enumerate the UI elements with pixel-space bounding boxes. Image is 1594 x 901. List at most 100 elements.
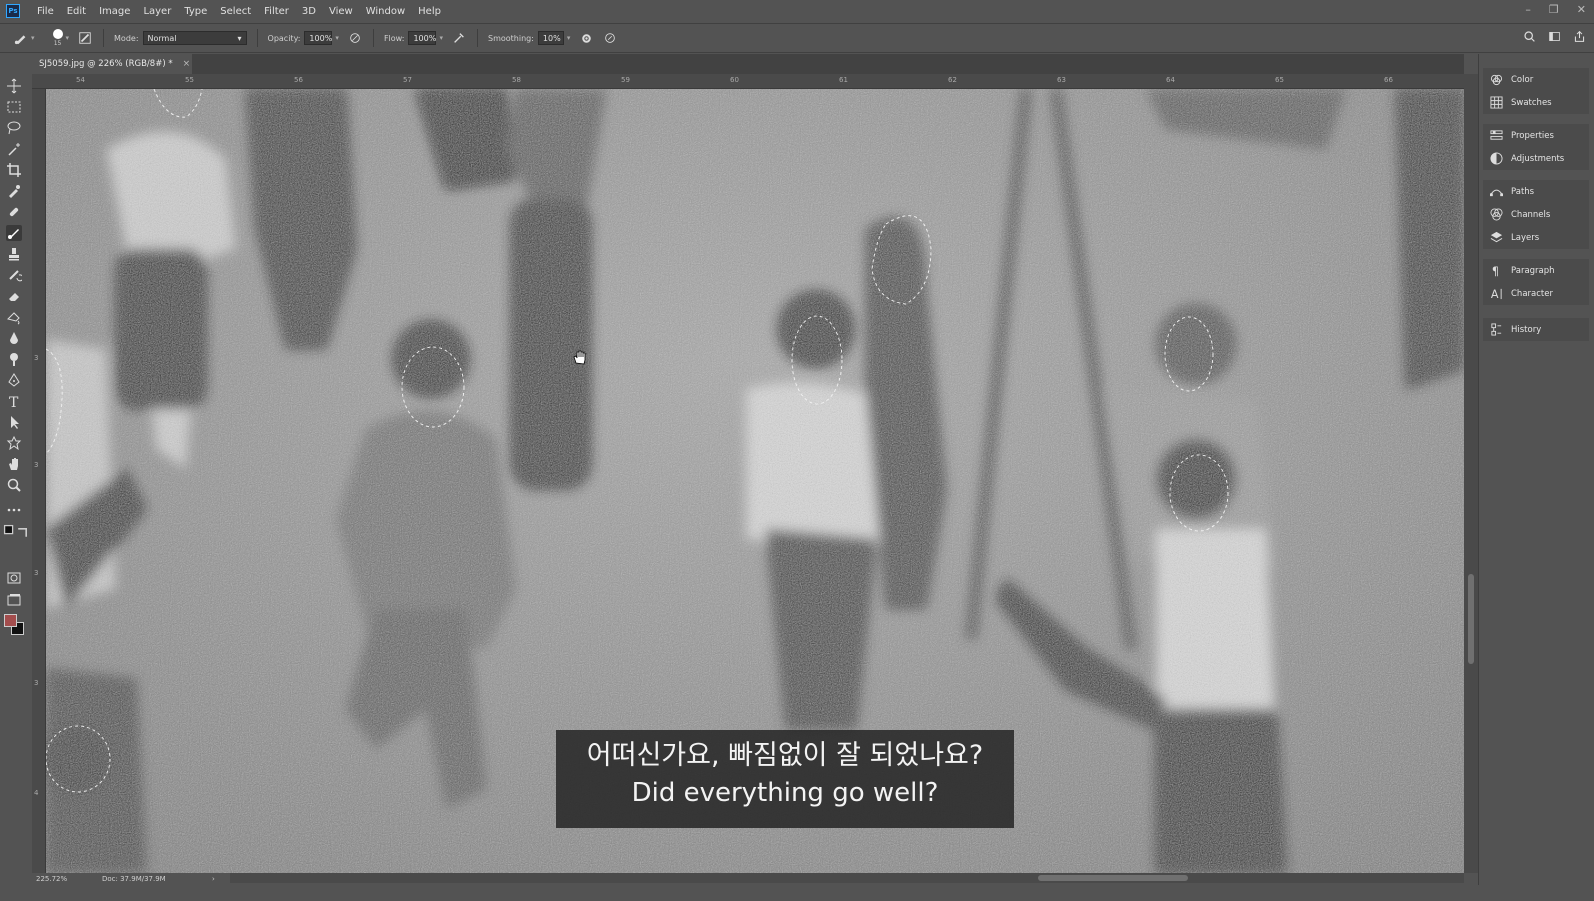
panel-group-history: History xyxy=(1483,318,1589,341)
clone-stamp-tool-icon[interactable] xyxy=(6,246,22,262)
more-tools-icon[interactable] xyxy=(6,502,22,518)
svg-text:A: A xyxy=(1490,288,1498,300)
brush-settings-icon[interactable] xyxy=(77,30,93,46)
pressure-size-icon[interactable] xyxy=(602,30,618,46)
separator xyxy=(372,29,374,47)
shape-tool-icon[interactable] xyxy=(6,435,22,451)
svg-text:T: T xyxy=(9,395,19,409)
separator xyxy=(103,29,105,47)
quick-mask-icon[interactable] xyxy=(6,570,22,586)
crop-tool-icon[interactable] xyxy=(6,162,22,178)
pressure-opacity-icon[interactable] xyxy=(347,30,363,46)
menu-image[interactable]: Image xyxy=(99,6,130,17)
vertical-scrollbar[interactable] xyxy=(1464,74,1478,873)
dodge-tool-icon[interactable] xyxy=(6,351,22,367)
ruler-tick: 63 xyxy=(1057,76,1066,84)
document-tab[interactable]: SJ5059.jpg @ 226% (RGB/8#) * × xyxy=(32,54,192,74)
status-menu-arrow-icon[interactable]: › xyxy=(212,875,215,883)
foreground-color-swatch[interactable] xyxy=(4,614,17,627)
opacity-field[interactable]: 100% xyxy=(304,31,333,45)
eraser-tool-icon[interactable] xyxy=(6,288,22,304)
menu-view[interactable]: View xyxy=(329,6,353,17)
panel-properties[interactable]: Properties xyxy=(1483,124,1589,147)
close-tab-icon[interactable]: × xyxy=(183,59,191,69)
menu-select[interactable]: Select xyxy=(220,6,251,17)
smoothing-field[interactable]: 10% xyxy=(537,31,564,45)
hand-tool-icon[interactable] xyxy=(6,456,22,472)
panel-paths-label: Paths xyxy=(1511,186,1535,197)
history-brush-tool-icon[interactable] xyxy=(6,267,24,283)
half-circle-icon xyxy=(1489,152,1503,166)
screen-mode-icon[interactable] xyxy=(6,592,22,608)
marquee-tool-icon[interactable] xyxy=(6,99,22,115)
panel-character[interactable]: A Character xyxy=(1483,282,1589,305)
panel-paragraph[interactable]: ¶ Paragraph xyxy=(1483,259,1589,282)
chevron-down-icon: ▾ xyxy=(237,33,242,43)
panel-layers[interactable]: Layers xyxy=(1483,226,1589,249)
menu-window[interactable]: Window xyxy=(366,6,405,17)
menu-filter[interactable]: Filter xyxy=(264,6,289,17)
panel-paths[interactable]: Paths xyxy=(1483,180,1589,203)
chevron-down-icon[interactable]: ▾ xyxy=(31,34,35,42)
workspace-layout-icon[interactable] xyxy=(1548,30,1561,45)
menu-layer[interactable]: Layer xyxy=(143,6,171,17)
panel-channels[interactable]: Channels xyxy=(1483,203,1589,226)
type-tool-icon[interactable]: T xyxy=(6,393,22,411)
layers-icon xyxy=(1489,231,1503,245)
panel-history[interactable]: History xyxy=(1483,318,1589,341)
search-icon[interactable] xyxy=(1523,30,1536,45)
scrollbar-thumb[interactable] xyxy=(1038,875,1188,881)
panel-adjustments[interactable]: Adjustments xyxy=(1483,147,1589,170)
minimize-icon[interactable]: – xyxy=(1525,3,1531,16)
pen-tool-icon[interactable] xyxy=(6,372,22,388)
doc-size: Doc: 37.9M/37.9M xyxy=(102,875,166,883)
menu-bar: Ps File Edit Image Layer Type Select Fil… xyxy=(0,0,1594,22)
healing-brush-tool-icon[interactable] xyxy=(6,204,22,220)
lasso-tool-icon[interactable] xyxy=(6,120,22,136)
flow-field[interactable]: 100% xyxy=(408,31,437,45)
swap-colors-icon[interactable] xyxy=(15,524,27,537)
restore-icon[interactable]: ❐ xyxy=(1549,3,1559,16)
menu-type[interactable]: Type xyxy=(184,6,207,17)
photoshop-logo-icon: Ps xyxy=(6,4,20,18)
move-tool-icon[interactable] xyxy=(6,78,22,94)
bottom-strip xyxy=(0,885,1594,901)
scrollbar-thumb[interactable] xyxy=(1468,574,1474,664)
default-colors-icon[interactable] xyxy=(3,524,14,535)
airbrush-icon[interactable] xyxy=(451,30,467,46)
chevron-down-icon[interactable]: ▾ xyxy=(66,34,70,42)
chevron-down-icon[interactable]: ▾ xyxy=(439,34,443,42)
chevron-down-icon[interactable]: ▾ xyxy=(335,34,339,42)
panel-group-layers: Paths Channels Layers xyxy=(1483,180,1589,249)
zoom-tool-icon[interactable] xyxy=(6,477,22,493)
chevron-down-icon[interactable]: ▾ xyxy=(567,34,571,42)
brush-tool-preset-icon[interactable] xyxy=(14,31,28,45)
grid-icon xyxy=(1489,96,1503,110)
gradient-tool-icon[interactable] xyxy=(6,309,22,325)
brush-size-picker[interactable]: 15 xyxy=(52,29,63,47)
panel-color[interactable]: Color xyxy=(1483,68,1589,91)
menu-help[interactable]: Help xyxy=(418,6,441,17)
panel-dock: Color Swatches Properties Adjustments Pa… xyxy=(1478,54,1594,885)
panel-swatches[interactable]: Swatches xyxy=(1483,91,1589,114)
magic-wand-tool-icon[interactable] xyxy=(6,141,22,157)
menu-edit[interactable]: Edit xyxy=(67,6,86,17)
menu-3d[interactable]: 3D xyxy=(302,6,316,17)
blur-tool-icon[interactable] xyxy=(6,330,22,346)
zoom-level[interactable]: 225.72% xyxy=(32,875,102,883)
eyedropper-tool-icon[interactable] xyxy=(6,183,22,199)
panel-group-color: Color Swatches xyxy=(1483,68,1589,114)
menu-file[interactable]: File xyxy=(37,6,54,17)
horizontal-scrollbar[interactable] xyxy=(230,873,1464,883)
ruler-tick: 3 xyxy=(34,679,39,687)
video-subtitle: 어떠신가요, 빠짐없이 잘 되었나요? Did everything go we… xyxy=(556,730,1014,828)
brush-tool-icon[interactable] xyxy=(6,225,22,241)
mode-select[interactable]: Normal ▾ xyxy=(142,31,247,45)
close-window-icon[interactable]: ✕ xyxy=(1577,3,1586,16)
share-icon[interactable] xyxy=(1573,30,1586,45)
flow-label: Flow: xyxy=(383,33,405,43)
path-selection-tool-icon[interactable] xyxy=(6,414,22,430)
brush-size-value: 15 xyxy=(53,40,62,47)
separator xyxy=(256,29,258,47)
smoothing-settings-gear-icon[interactable] xyxy=(578,30,594,46)
